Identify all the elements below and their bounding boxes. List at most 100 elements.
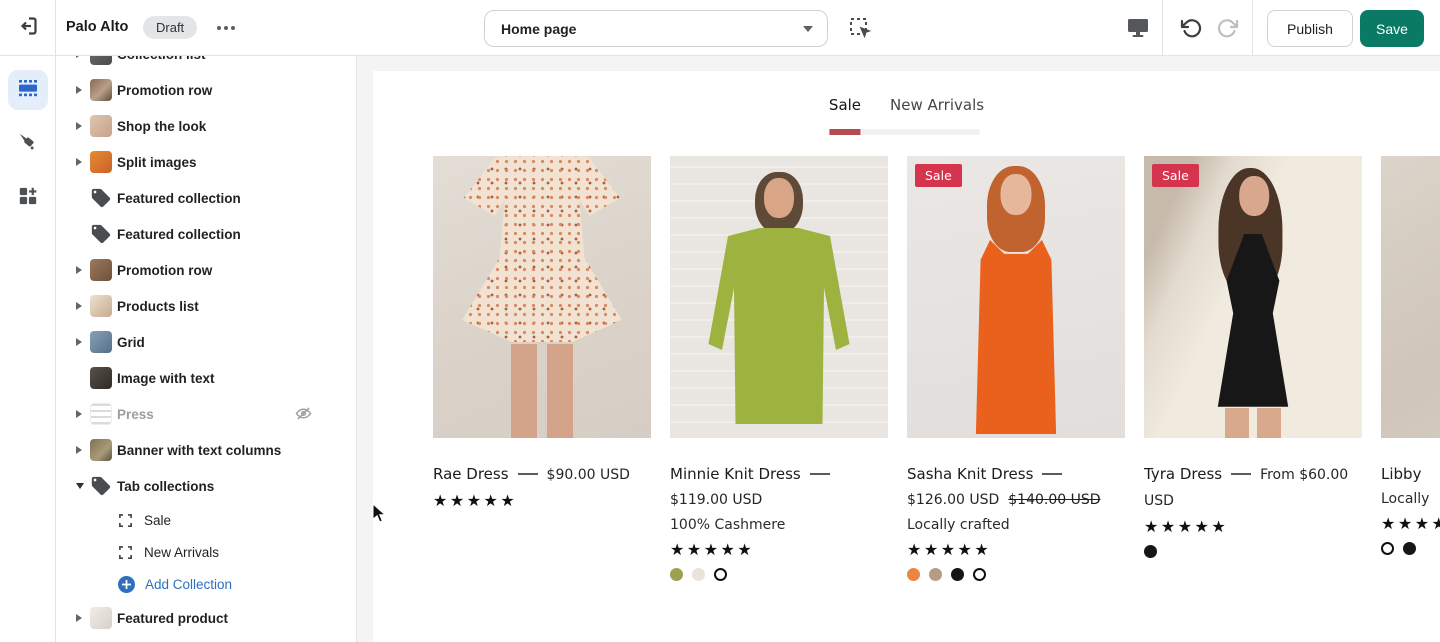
expand-caret-icon[interactable] [76, 446, 90, 454]
swatch-list [907, 568, 1125, 581]
page-selector-dropdown[interactable]: Home page [484, 10, 828, 47]
product-card[interactable]: Minnie Knit Dress$119.00 USD 100% Cashme… [670, 156, 888, 581]
section-label: Split images [117, 155, 197, 170]
title-price-divider [518, 473, 538, 475]
expand-caret-icon[interactable] [76, 56, 90, 58]
exit-editor-button[interactable] [0, 0, 56, 56]
desktop-preview-button[interactable] [1126, 17, 1150, 44]
block-label: Sale [144, 513, 171, 528]
sidebar-section-row[interactable]: Featured collection [56, 216, 356, 252]
chevron-down-icon [803, 26, 813, 32]
rating-stars: ★★★★★ [1381, 511, 1440, 536]
toolbar-divider [1252, 0, 1253, 56]
product-price: $90.00 USD [547, 467, 630, 483]
rail-item-apps[interactable] [8, 178, 48, 218]
color-swatch[interactable] [907, 568, 920, 581]
section-thumbnail [90, 439, 112, 461]
page-selector-value: Home page [501, 21, 803, 37]
product-title[interactable]: Sasha Knit Dress [907, 465, 1033, 483]
publish-button[interactable]: Publish [1267, 10, 1353, 47]
add-collection-label: Add Collection [145, 577, 232, 592]
color-swatch[interactable] [670, 568, 683, 581]
block-icon [118, 513, 133, 528]
sidebar-section-row[interactable]: Collection list [56, 56, 356, 72]
expand-caret-icon[interactable] [76, 86, 90, 94]
status-badge: Draft [143, 16, 197, 39]
product-subtitle: 100% Cashmere [670, 513, 888, 537]
sections-sidebar: Collection list Promotion row Shop the l… [56, 56, 357, 642]
tab-new-arrivals[interactable]: New Arrivals [890, 96, 984, 114]
hidden-eye-icon[interactable] [295, 406, 312, 426]
sidebar-section-row[interactable]: Press [56, 396, 356, 432]
expand-caret-icon[interactable] [76, 410, 90, 418]
section-label: Banner with text columns [117, 443, 281, 458]
product-image[interactable] [1381, 156, 1440, 438]
section-thumbnail [90, 259, 112, 281]
color-swatch[interactable] [1381, 542, 1394, 555]
tab-sale[interactable]: Sale [829, 96, 861, 114]
sidebar-section-row[interactable]: Promotion row [56, 252, 356, 288]
product-card[interactable]: Sale Tyra DressFrom $60.00 USD ★★★★★ [1144, 156, 1362, 581]
color-swatch[interactable] [1144, 545, 1157, 558]
sidebar-section-row[interactable]: Split images [56, 144, 356, 180]
product-image[interactable] [433, 156, 651, 438]
expand-caret-icon[interactable] [76, 483, 90, 489]
product-title[interactable]: Minnie Knit Dress [670, 465, 801, 483]
rail-item-theme-settings[interactable] [8, 124, 48, 164]
product-card[interactable]: Libby Locally ★★★★★ [1381, 156, 1440, 581]
redo-icon[interactable] [1216, 16, 1240, 45]
sidebar-section-row[interactable]: Promotion row [56, 72, 356, 108]
sidebar-block-row[interactable]: New Arrivals [56, 536, 356, 568]
sale-badge: Sale [1152, 164, 1199, 187]
product-title[interactable]: Tyra Dress [1144, 465, 1222, 483]
section-thumbnail [90, 115, 112, 137]
expand-caret-icon[interactable] [76, 122, 90, 130]
sidebar-section-row[interactable]: Shop the look [56, 108, 356, 144]
block-icon [118, 545, 133, 560]
rail-item-sections[interactable] [8, 70, 48, 110]
product-card[interactable]: Rae Dress $90.00 USD ★★★★★ [433, 156, 651, 581]
color-swatch[interactable] [1403, 542, 1416, 555]
more-options-button[interactable] [215, 21, 237, 40]
product-title[interactable]: Rae Dress [433, 465, 509, 483]
product-image[interactable] [670, 156, 888, 438]
rating-stars: ★★★★★ [1144, 514, 1362, 539]
expand-caret-icon[interactable] [76, 158, 90, 166]
expand-caret-icon[interactable] [76, 614, 90, 622]
expand-caret-icon[interactable] [76, 266, 90, 274]
section-label: Promotion row [117, 83, 212, 98]
expand-caret-icon[interactable] [76, 302, 90, 310]
product-card[interactable]: Sale Sasha Knit Dress$126.00 USD$140.00 … [907, 156, 1125, 581]
color-swatch[interactable] [929, 568, 942, 581]
save-button[interactable]: Save [1360, 10, 1424, 47]
sidebar-section-row[interactable]: Banner with text columns [56, 432, 356, 468]
color-swatch[interactable] [973, 568, 986, 581]
product-row: Rae Dress $90.00 USD ★★★★★ Minnie Knit Dr… [433, 156, 1440, 581]
color-swatch[interactable] [692, 568, 705, 581]
swatch-list [1381, 542, 1440, 555]
tab-collections-section: Sale New Arrivals [829, 96, 984, 135]
tab-progress-track [829, 129, 979, 135]
apps-icon [18, 186, 38, 211]
sidebar-section-row[interactable]: Tab collections [56, 468, 356, 504]
sidebar-block-row[interactable]: Sale [56, 504, 356, 536]
sidebar-section-row[interactable]: Featured collection [56, 180, 356, 216]
store-name: Palo Alto [66, 19, 128, 35]
inspect-element-button[interactable] [849, 17, 872, 45]
expand-caret-icon[interactable] [76, 338, 90, 346]
sidebar-section-row[interactable]: Products list [56, 288, 356, 324]
section-thumbnail [90, 367, 112, 389]
sidebar-section-row[interactable]: Grid [56, 324, 356, 360]
sidebar-section-row[interactable]: Featured product [56, 600, 356, 636]
product-title[interactable]: Libby [1381, 465, 1421, 483]
add-collection-button[interactable]: Add Collection [56, 568, 356, 600]
color-swatch[interactable] [951, 568, 964, 581]
undo-icon[interactable] [1179, 16, 1203, 45]
color-swatch[interactable] [714, 568, 727, 581]
rating-stars: ★★★★★ [433, 488, 651, 513]
title-price-divider [1231, 473, 1251, 475]
sidebar-section-row[interactable]: Image with text [56, 360, 356, 396]
product-image[interactable]: Sale [907, 156, 1125, 438]
section-thumbnail [90, 607, 112, 629]
product-image[interactable]: Sale [1144, 156, 1362, 438]
